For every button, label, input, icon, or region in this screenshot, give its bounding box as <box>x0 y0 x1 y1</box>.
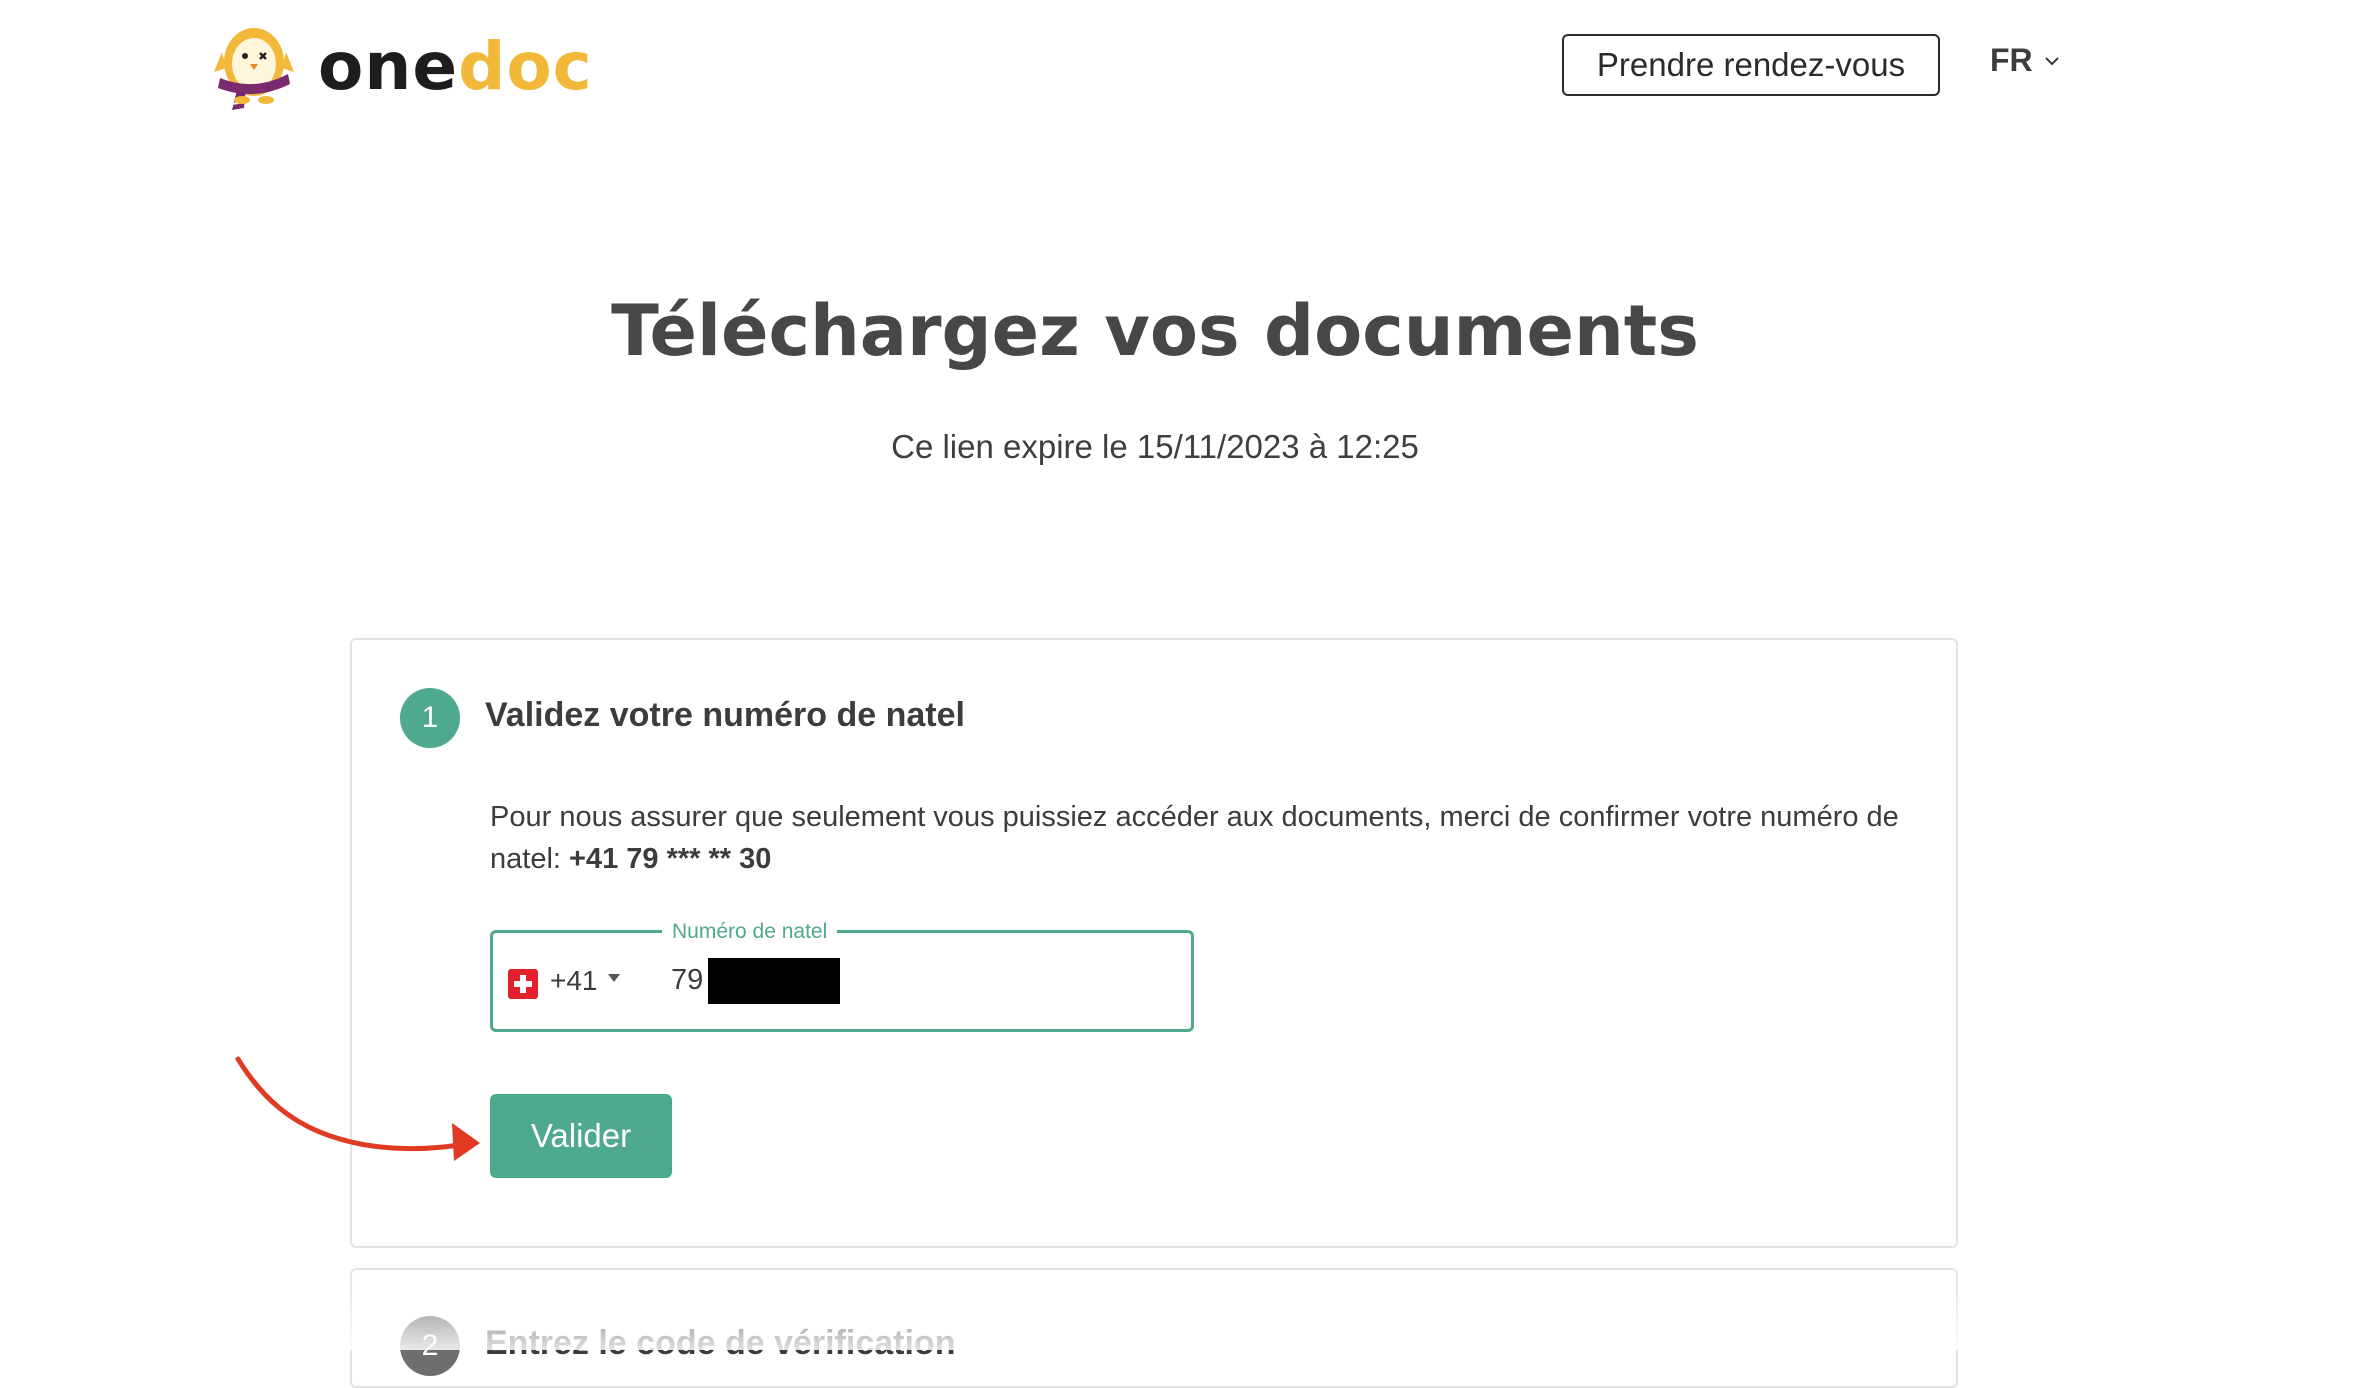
step1-title: Validez votre numéro de natel <box>485 696 965 734</box>
swiss-flag-icon[interactable] <box>508 969 538 999</box>
masked-phone-number: +41 79 *** ** 30 <box>569 843 772 875</box>
chevron-down-icon <box>2044 56 2059 65</box>
language-label: FR <box>1990 42 2033 78</box>
step1-description: Pour nous assurer que seulement vous pui… <box>490 796 1920 880</box>
redacted-phone-digits <box>708 958 840 1004</box>
validate-button[interactable]: Valider <box>490 1094 672 1178</box>
top-header: onedoc Prendre rendez-vous FR <box>0 0 2360 130</box>
onedoc-logo[interactable]: onedoc <box>212 22 593 112</box>
country-code-selector[interactable]: +41 <box>550 965 598 997</box>
step1-number-badge: 1 <box>400 688 460 748</box>
book-appointment-button[interactable]: Prendre rendez-vous <box>1562 34 1940 96</box>
dropdown-caret-icon[interactable] <box>608 974 620 982</box>
logo-wordmark: onedoc <box>318 34 593 100</box>
logo-text-doc: doc <box>458 28 593 105</box>
page-title: Téléchargez vos documents <box>611 290 1699 372</box>
annotation-arrow-icon <box>235 1056 480 1161</box>
bottom-fade-overlay <box>0 1270 2360 1350</box>
logo-text-one: one <box>318 28 459 105</box>
phone-field-label: Numéro de natel <box>662 920 838 944</box>
penguin-mascot-icon <box>214 28 294 110</box>
link-expiry-text: Ce lien expire le 15/11/2023 à 12:25 <box>891 428 1419 465</box>
language-selector[interactable]: FR <box>1990 42 2061 79</box>
phone-number-input[interactable]: 79 <box>671 964 703 997</box>
